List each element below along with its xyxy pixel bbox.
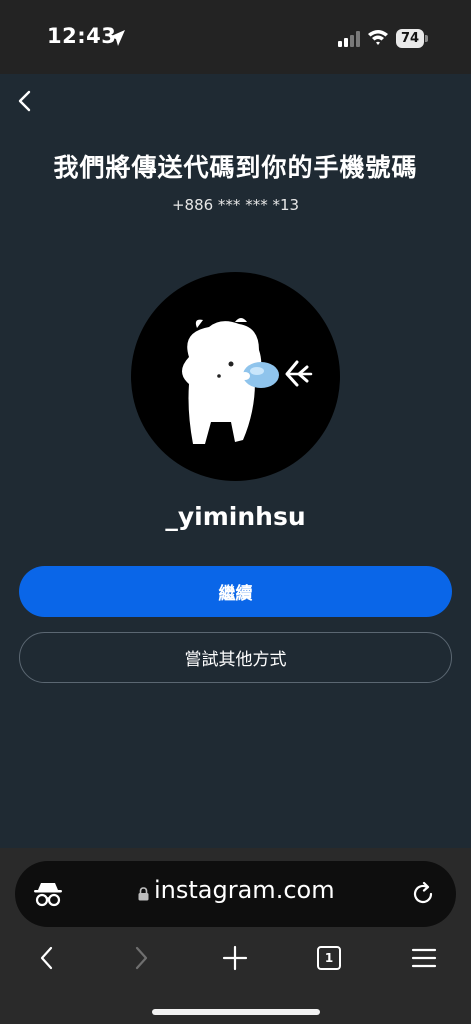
lock-icon (138, 887, 149, 901)
tab-count: 1 (317, 946, 341, 970)
home-indicator[interactable] (152, 1009, 320, 1015)
cellular-signal-icon (338, 31, 360, 47)
url-text[interactable]: instagram.com (154, 876, 335, 904)
back-button[interactable] (12, 88, 38, 114)
page-title: 我們將傳送代碼到你的手機號碼 (53, 153, 418, 182)
wifi-icon (368, 30, 388, 45)
browser-back-button[interactable] (33, 944, 61, 972)
battery-level: 74 (396, 29, 424, 48)
username: _yiminhsu (165, 502, 306, 531)
tab-switcher-button[interactable]: 1 (317, 946, 343, 972)
menu-icon[interactable] (410, 944, 438, 972)
screen: 12:43 74 我們將傳送代碼到你的手機號碼 +886 *** *** *13 (0, 0, 471, 1024)
avatar (131, 272, 340, 481)
browser-forward-button[interactable] (127, 944, 155, 972)
masked-phone-number: +886 *** *** *13 (171, 196, 300, 214)
status-bar: 12:43 74 (0, 0, 471, 74)
reload-icon[interactable] (410, 881, 436, 907)
continue-button[interactable]: 繼續 (19, 566, 452, 617)
status-time: 12:43 (47, 24, 117, 48)
avatar-illustration (182, 318, 313, 444)
battery-indicator: 74 (396, 29, 428, 48)
location-arrow-icon (109, 30, 125, 46)
private-browsing-icon[interactable] (33, 881, 63, 907)
battery-tip (425, 35, 428, 42)
new-tab-button[interactable] (221, 944, 249, 972)
try-other-method-button[interactable]: 嘗試其他方式 (19, 632, 452, 683)
